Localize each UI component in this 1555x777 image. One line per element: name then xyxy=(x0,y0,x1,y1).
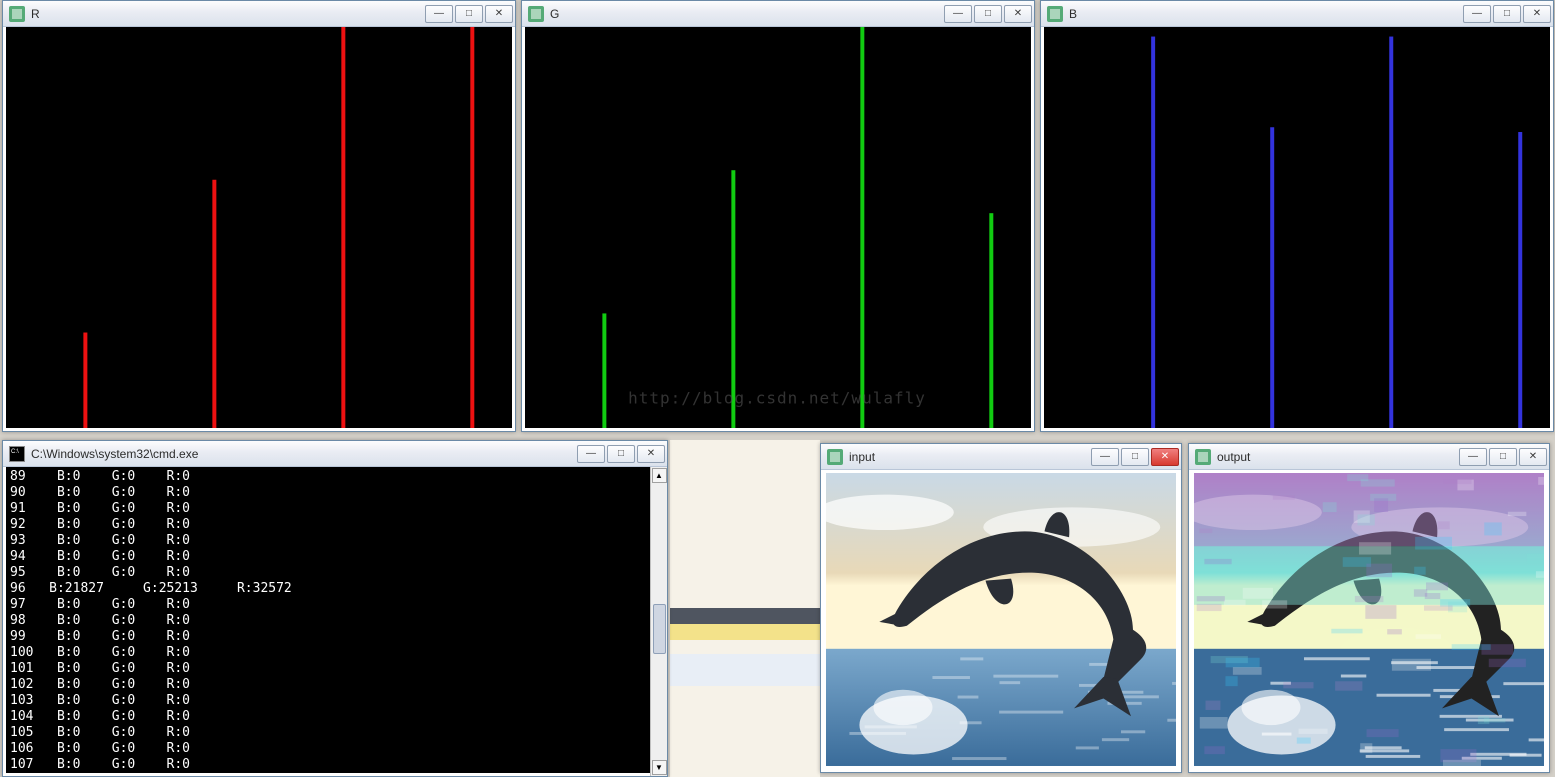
app-icon xyxy=(827,449,843,465)
window-title: output xyxy=(1217,450,1453,464)
titlebar-output[interactable]: output — □ ✕ xyxy=(1189,444,1549,470)
titlebar-input[interactable]: input — □ ✕ xyxy=(821,444,1181,470)
editor-background-stripes xyxy=(670,440,820,777)
cmd-scrollbar[interactable]: ▲ ▼ xyxy=(650,467,667,776)
close-button[interactable]: ✕ xyxy=(637,445,665,463)
histogram-g-canvas xyxy=(525,27,1031,428)
scroll-down-icon[interactable]: ▼ xyxy=(652,760,667,775)
window-r-histogram[interactable]: R — □ ✕ xyxy=(2,0,516,432)
cmd-output: 89 B:0 G:0 R:0 90 B:0 G:0 R:0 91 B:0 G:0… xyxy=(6,467,664,773)
titlebar-r[interactable]: R — □ ✕ xyxy=(3,1,515,27)
window-title: C:\Windows\system32\cmd.exe xyxy=(31,447,571,461)
titlebar-cmd[interactable]: C:\Windows\system32\cmd.exe — □ ✕ xyxy=(3,441,667,467)
window-title: input xyxy=(849,450,1085,464)
app-icon xyxy=(1047,6,1063,22)
window-title: R xyxy=(31,7,419,21)
maximize-button[interactable]: □ xyxy=(1121,448,1149,466)
minimize-button[interactable]: — xyxy=(944,5,972,23)
titlebar-b[interactable]: B — □ ✕ xyxy=(1041,1,1553,27)
minimize-button[interactable]: — xyxy=(1463,5,1491,23)
input-image xyxy=(824,470,1178,769)
close-button[interactable]: ✕ xyxy=(1519,448,1547,466)
close-button[interactable]: ✕ xyxy=(1523,5,1551,23)
app-icon xyxy=(1195,449,1211,465)
histogram-r-canvas xyxy=(6,27,512,428)
minimize-button[interactable]: — xyxy=(425,5,453,23)
maximize-button[interactable]: □ xyxy=(1489,448,1517,466)
scroll-up-icon[interactable]: ▲ xyxy=(652,468,667,483)
close-button[interactable]: ✕ xyxy=(485,5,513,23)
maximize-button[interactable]: □ xyxy=(1493,5,1521,23)
scroll-thumb[interactable] xyxy=(653,604,666,654)
titlebar-g[interactable]: G — □ ✕ xyxy=(522,1,1034,27)
maximize-button[interactable]: □ xyxy=(974,5,1002,23)
app-icon xyxy=(9,6,25,22)
window-title: B xyxy=(1069,7,1457,21)
window-input-image[interactable]: input — □ ✕ xyxy=(820,443,1182,773)
minimize-button[interactable]: — xyxy=(1091,448,1119,466)
window-cmd[interactable]: C:\Windows\system32\cmd.exe — □ ✕ 89 B:0… xyxy=(2,440,668,777)
maximize-button[interactable]: □ xyxy=(607,445,635,463)
window-output-image[interactable]: output — □ ✕ xyxy=(1188,443,1550,773)
window-b-histogram[interactable]: B — □ ✕ xyxy=(1040,0,1554,432)
app-icon xyxy=(528,6,544,22)
histogram-b-canvas xyxy=(1044,27,1550,428)
maximize-button[interactable]: □ xyxy=(455,5,483,23)
minimize-button[interactable]: — xyxy=(577,445,605,463)
close-button[interactable]: ✕ xyxy=(1004,5,1032,23)
window-title: G xyxy=(550,7,938,21)
output-image xyxy=(1192,470,1546,769)
close-button[interactable]: ✕ xyxy=(1151,448,1179,466)
minimize-button[interactable]: — xyxy=(1459,448,1487,466)
cmd-icon xyxy=(9,446,25,462)
window-g-histogram[interactable]: G — □ ✕ xyxy=(521,0,1035,432)
